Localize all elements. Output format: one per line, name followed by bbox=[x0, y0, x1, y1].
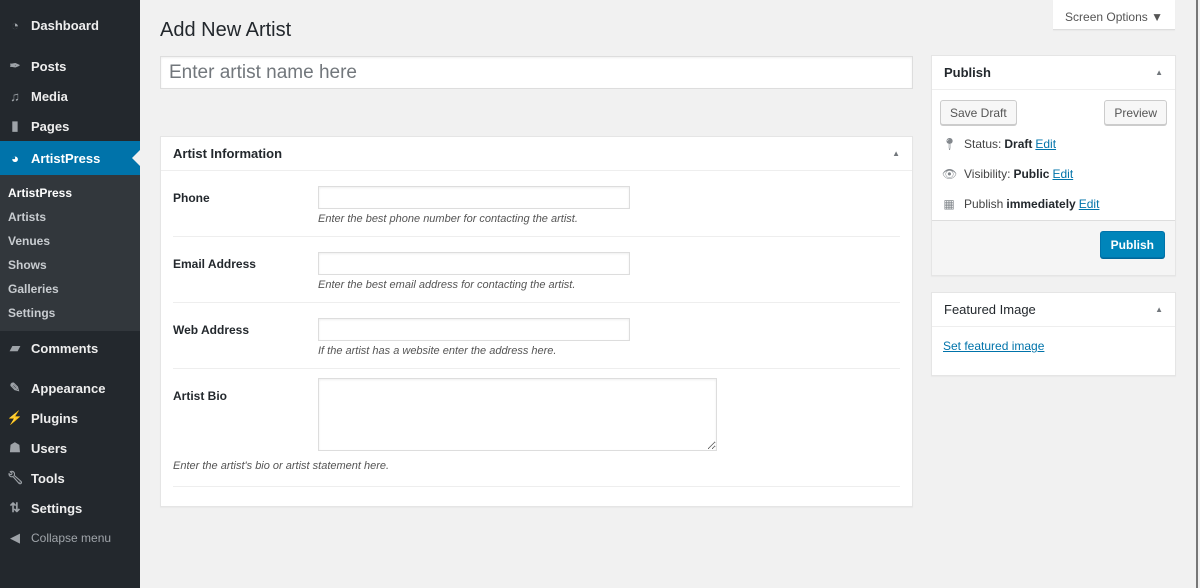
settings-icon: ⇅ bbox=[9, 500, 21, 515]
submenu-item-venues[interactable]: Venues bbox=[0, 229, 140, 253]
visibility-row: 👁︎ Visibility: Public Edit bbox=[942, 167, 1074, 181]
phone-input[interactable] bbox=[318, 186, 630, 209]
sidebar-item-dashboard[interactable]: ◔ Dashboard bbox=[0, 10, 140, 40]
set-featured-image-link[interactable]: Set featured image bbox=[932, 327, 1175, 365]
sidebar-item-users[interactable]: ☗ Users bbox=[0, 433, 140, 463]
user-icon: ☗ bbox=[9, 440, 21, 455]
phone-description: Enter the best phone number for contacti… bbox=[318, 213, 578, 225]
publish-actions: Publish bbox=[932, 220, 1175, 275]
email-input[interactable] bbox=[318, 252, 630, 275]
bio-row: Artist Bio Enter the artist's bio or art… bbox=[173, 369, 900, 487]
submenu-item-artistpress[interactable]: ArtistPress bbox=[0, 181, 140, 205]
edit-schedule-link[interactable]: Edit bbox=[1079, 197, 1100, 211]
preview-button[interactable]: Preview bbox=[1104, 100, 1167, 125]
sidebar-item-label: Tools bbox=[31, 470, 65, 486]
sidebar-item-media[interactable]: ♫ Media bbox=[0, 81, 140, 111]
sidebar-item-label: Users bbox=[31, 440, 68, 456]
plug-icon: ⚡ bbox=[6, 410, 24, 425]
artist-information-header[interactable]: Artist Information ▲ bbox=[161, 137, 912, 171]
sidebar-item-label: Comments bbox=[31, 340, 99, 356]
visibility-value: Public bbox=[1013, 167, 1050, 181]
admin-sidebar: ◔ Dashboard ✒ Posts ♫ Media ▮ Pages ◕ ArtistP… bbox=[0, 0, 140, 588]
pin-icon: 📍︎ bbox=[942, 137, 958, 151]
sidebar-item-settings[interactable]: ⇅ Settings bbox=[0, 493, 140, 523]
web-label: Web Address bbox=[173, 323, 250, 337]
collapse-toggle-icon[interactable]: ▲ bbox=[1155, 305, 1163, 314]
collapse-label: Collapse menu bbox=[31, 531, 112, 545]
publish-button[interactable]: Publish bbox=[1099, 231, 1165, 258]
bio-description: Enter the artist's bio or artist stateme… bbox=[173, 460, 390, 472]
box-title: Featured Image bbox=[944, 302, 1036, 317]
sidebar-item-label: Pages bbox=[31, 118, 70, 134]
brush-icon: ✎ bbox=[9, 380, 21, 395]
submenu-item-artists[interactable]: Artists bbox=[0, 205, 140, 229]
publish-box: Publish ▲ Save Draft Preview 📍︎ Status: Dr… bbox=[931, 55, 1176, 276]
sidebar-item-artistpress[interactable]: ◕ ArtistPress bbox=[0, 141, 140, 175]
featured-image-header[interactable]: Featured Image ▲ bbox=[932, 293, 1175, 327]
pin-icon: ✒ bbox=[9, 58, 21, 73]
collapse-toggle-icon[interactable]: ▲ bbox=[892, 149, 900, 158]
eye-icon: 👁︎ bbox=[942, 167, 958, 181]
media-icon: ♫ bbox=[10, 88, 20, 104]
sidebar-item-label: ArtistPress bbox=[31, 150, 101, 166]
artist-information-box: Artist Information ▲ Phone Enter the bes… bbox=[160, 136, 913, 507]
bio-label: Artist Bio bbox=[173, 389, 227, 403]
sidebar-item-label: Settings bbox=[31, 500, 83, 516]
phone-row: Phone Enter the best phone number for co… bbox=[173, 171, 900, 237]
web-address-input[interactable] bbox=[318, 318, 630, 341]
sidebar-item-label: Plugins bbox=[31, 410, 78, 426]
email-row: Email Address Enter the best email addre… bbox=[173, 237, 900, 303]
artist-bio-textarea[interactable] bbox=[318, 378, 717, 451]
sidebar-item-tools[interactable]: 🔧︎ Tools bbox=[0, 463, 140, 493]
comment-icon: ▰ bbox=[10, 340, 20, 355]
pages-icon: ▮ bbox=[11, 118, 19, 133]
sidebar-item-appearance[interactable]: ✎ Appearance bbox=[0, 373, 140, 403]
status-value: Draft bbox=[1004, 137, 1033, 151]
sidebar-item-label: Dashboard bbox=[31, 17, 99, 33]
submenu-item-settings[interactable]: Settings bbox=[0, 301, 140, 325]
main-content: Screen Options ▼ Add New Artist Artist I… bbox=[140, 0, 1200, 588]
sidebar-item-plugins[interactable]: ⚡ Plugins bbox=[0, 403, 140, 433]
publish-header[interactable]: Publish ▲ bbox=[932, 56, 1175, 90]
page-title: Add New Artist bbox=[160, 19, 292, 41]
sidebar-item-label: Media bbox=[31, 88, 68, 104]
submenu-item-galleries[interactable]: Galleries bbox=[0, 277, 140, 301]
sidebar-item-label: Posts bbox=[31, 58, 67, 74]
window-edge bbox=[1196, 0, 1198, 588]
artistpress-icon: ◕ bbox=[11, 150, 19, 166]
artist-name-input[interactable] bbox=[160, 56, 913, 89]
box-title: Publish bbox=[944, 65, 991, 80]
collapse-menu-button[interactable]: ◀ Collapse menu bbox=[0, 523, 140, 553]
box-title: Artist Information bbox=[173, 146, 283, 161]
screen-options-button[interactable]: Screen Options ▼ bbox=[1053, 0, 1175, 30]
save-draft-button[interactable]: Save Draft bbox=[940, 100, 1017, 125]
sidebar-item-label: Appearance bbox=[31, 380, 106, 396]
edit-status-link[interactable]: Edit bbox=[1035, 137, 1056, 151]
edit-visibility-link[interactable]: Edit bbox=[1052, 167, 1073, 181]
email-label: Email Address bbox=[173, 257, 256, 271]
sidebar-item-posts[interactable]: ✒ Posts bbox=[0, 51, 140, 81]
sidebar-item-pages[interactable]: ▮ Pages bbox=[0, 111, 140, 141]
web-row: Web Address If the artist has a website … bbox=[173, 303, 900, 369]
web-description: If the artist has a website enter the ad… bbox=[318, 345, 557, 357]
schedule-row: ▦ Publish immediately Edit bbox=[943, 197, 1100, 211]
status-row: 📍︎ Status: Draft Edit bbox=[942, 137, 1057, 151]
collapse-arrow-icon: ◀ bbox=[10, 530, 20, 545]
wrench-icon: 🔧︎ bbox=[6, 470, 24, 485]
sidebar-item-comments[interactable]: ▰ Comments bbox=[0, 333, 140, 363]
email-description: Enter the best email address for contact… bbox=[318, 279, 576, 291]
dashboard-icon: ◔ bbox=[11, 17, 19, 33]
featured-image-box: Featured Image ▲ Set featured image bbox=[931, 292, 1176, 376]
schedule-value: immediately bbox=[1006, 197, 1076, 211]
calendar-icon: ▦ bbox=[943, 197, 955, 211]
collapse-toggle-icon[interactable]: ▲ bbox=[1155, 68, 1163, 77]
artistpress-submenu: ArtistPress Artists Venues Shows Galleri… bbox=[0, 175, 140, 331]
phone-label: Phone bbox=[173, 191, 210, 205]
submenu-item-shows[interactable]: Shows bbox=[0, 253, 140, 277]
